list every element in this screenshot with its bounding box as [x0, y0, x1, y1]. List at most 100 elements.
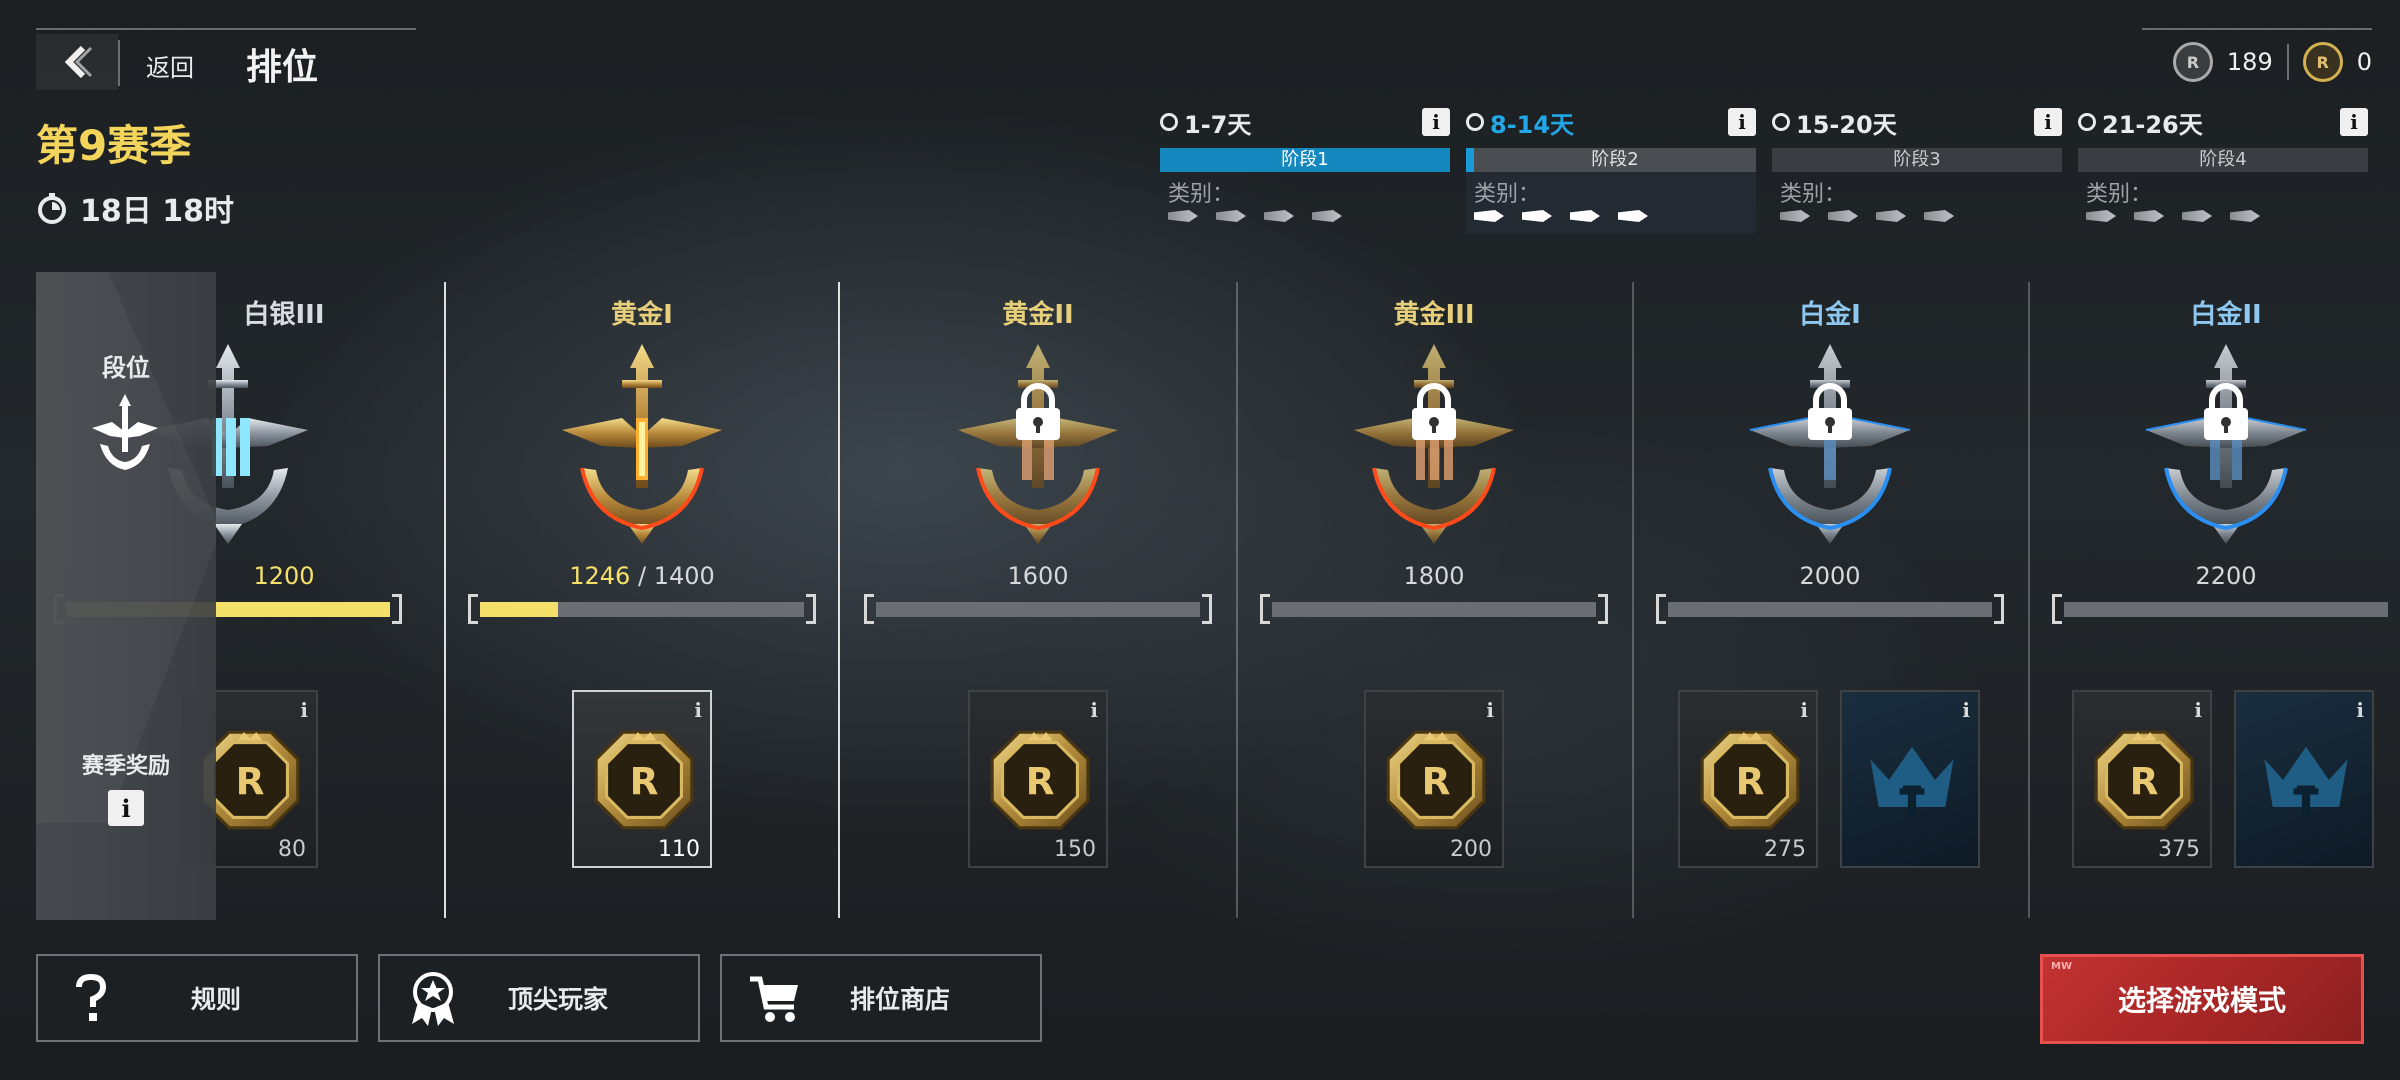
info-icon[interactable]: i [1962, 698, 1970, 722]
stage-name: 阶段1 [1160, 148, 1450, 172]
rank-score-value: 2200 [2195, 562, 2257, 590]
silver-currency-value: 189 [2226, 48, 2273, 76]
info-icon[interactable]: i [300, 698, 308, 722]
progress-track [1668, 602, 1992, 617]
rank-column-platinum-1[interactable]: 白金I 2000 R i 275 T i [1632, 282, 2028, 922]
question-icon [56, 963, 126, 1033]
stage-weapon-icons [1474, 210, 1648, 222]
rank-progress-bar [864, 594, 1212, 624]
season-reward-info-icon[interactable]: i [108, 790, 144, 826]
rank-score-separator: / [637, 562, 647, 590]
stage-3[interactable]: 15-20天 i 阶段3 类别： [1772, 104, 2062, 234]
reward-card[interactable]: R i 375 [2072, 690, 2212, 868]
reward-card-platinum-crown[interactable]: T i [2234, 690, 2374, 868]
coin-letter: R [236, 760, 265, 804]
reward-amount: 80 [278, 837, 306, 862]
rank-score-value: 1800 [1403, 562, 1465, 590]
rank-name: 白金II [2190, 300, 2262, 330]
rank-badge-icon [552, 338, 732, 548]
reward-card[interactable]: R i 150 [968, 690, 1108, 868]
rank-score: 1246 / 1400 [444, 562, 840, 590]
moon-icon [1160, 113, 1178, 131]
currency-bar: R 189 R 0 [2172, 40, 2372, 84]
back-button[interactable] [36, 34, 118, 90]
ranked-shop-button[interactable]: 排位商店 [720, 954, 1042, 1042]
info-icon[interactable]: i [2356, 698, 2364, 722]
gold-currency-value: 0 [2356, 48, 2372, 76]
select-game-mode-button[interactable]: MW 选择游戏模式 [2040, 954, 2364, 1044]
rank-badge-icon [1344, 338, 1524, 548]
coin-letter: R [2130, 760, 2159, 804]
weapon-icon [2230, 210, 2260, 222]
progress-bracket-left [2052, 594, 2062, 624]
progress-fill [480, 602, 558, 617]
side-rank-label: 段位 [102, 354, 150, 382]
season-title: 第9赛季 [36, 121, 192, 170]
gold-coin-letter: R [2316, 52, 2329, 72]
ranked-coin-icon: R [1384, 728, 1488, 832]
progress-bracket-right [1598, 594, 1608, 624]
weapon-icon [1876, 210, 1906, 222]
ranked-coin-icon: R [2092, 728, 2196, 832]
info-icon[interactable]: i [2194, 698, 2202, 722]
stage-4[interactable]: 21-26天 i 阶段4 类别： [2078, 104, 2368, 234]
reward-card-platinum-crown[interactable]: T i [1840, 690, 1980, 868]
progress-bracket-right [806, 594, 816, 624]
info-icon[interactable]: i [1800, 698, 1808, 722]
rank-column-platinum-2[interactable]: 白金II 2200 R i 375 T i [2028, 282, 2400, 922]
progress-bracket-right [1994, 594, 2004, 624]
stage-1[interactable]: 1-7天 i 阶段1 类别： [1160, 104, 1450, 234]
rank-score: 2200 [2028, 562, 2400, 590]
info-icon[interactable]: i [2340, 108, 2368, 136]
weapon-icon [1522, 210, 1552, 222]
reward-card[interactable]: R i 200 [1364, 690, 1504, 868]
rank-emblem-icon[interactable] [90, 392, 160, 472]
reward-card[interactable]: R i 110 [572, 690, 712, 868]
rank-badge-icon [2145, 338, 2307, 548]
rank-column-gold-2[interactable]: 黄金II 1600 R i 150 [840, 282, 1236, 922]
progress-bracket-left [864, 594, 874, 624]
weapon-icon [1474, 210, 1504, 222]
rank-score-value: 1400 [653, 562, 715, 590]
crown-letter: T [1903, 781, 1922, 812]
info-icon[interactable]: i [1090, 698, 1098, 722]
stage-days: 8-14天 [1490, 110, 1575, 139]
progress-bracket-right [392, 594, 402, 624]
moon-icon [1466, 113, 1484, 131]
info-icon[interactable]: i [2034, 108, 2062, 136]
top-players-label: 顶尖玩家 [507, 985, 608, 1014]
silver-coin-icon: R [2172, 42, 2213, 82]
weapon-icon [1924, 210, 1954, 222]
info-icon[interactable]: i [694, 698, 702, 722]
top-players-button[interactable]: 顶尖玩家 [378, 954, 700, 1042]
moon-icon [2078, 113, 2096, 131]
rank-name: 黄金III [1393, 300, 1475, 330]
rank-progress-bar [468, 594, 816, 624]
rank-column-gold-1[interactable]: 黄金I 1246 / 1400 R i 110 [444, 282, 840, 922]
stage-days: 15-20天 [1796, 110, 1897, 139]
side-reward-label: 赛季奖励 [81, 754, 170, 779]
back-divider [118, 40, 120, 86]
stage-days: 21-26天 [2102, 110, 2203, 139]
stage-2[interactable]: 8-14天 i 阶段2 类别： [1466, 104, 1756, 234]
rank-score: 1600 [840, 562, 1236, 590]
rank-column-gold-3[interactable]: 黄金III 1800 R i 200 [1236, 282, 1632, 922]
stage-weapon-icons [2086, 210, 2260, 222]
season-timer: 18日 18时 [36, 186, 234, 230]
progress-track [1272, 602, 1596, 617]
reward-card[interactable]: R i 275 [1678, 690, 1818, 868]
topbar-line [36, 28, 416, 30]
reward-amount: 110 [658, 837, 700, 862]
weapon-icon [1828, 210, 1858, 222]
back-label[interactable]: 返回 [146, 48, 194, 83]
info-icon[interactable]: i [1728, 108, 1756, 136]
stage-name: 阶段3 [1772, 148, 2062, 172]
info-icon[interactable]: i [1486, 698, 1494, 722]
reward-amount: 200 [1450, 837, 1492, 862]
rules-button[interactable]: 规则 [36, 954, 358, 1042]
stopwatch-icon [38, 193, 66, 224]
info-icon[interactable]: i [1422, 108, 1450, 136]
reward-amount: 150 [1054, 837, 1096, 862]
progress-track [2064, 602, 2388, 617]
weapon-icon [1264, 210, 1294, 222]
